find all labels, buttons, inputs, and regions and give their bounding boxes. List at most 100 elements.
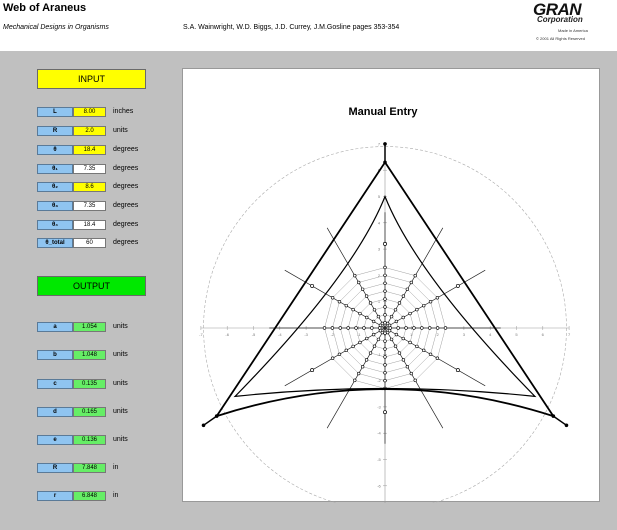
param-label[interactable]: θ [37,145,73,155]
anchor-point [214,414,219,418]
y-tick-label: 7 [378,141,381,146]
output-value-field: 7.848 [73,463,106,473]
param-label[interactable]: θ₃ [37,201,73,211]
unit-label: units [113,380,128,387]
web-node [383,281,387,285]
y-tick-label: -6 [377,483,381,488]
y-tick-label: -5 [377,457,381,462]
web-node [383,363,387,367]
param-label[interactable]: e [37,435,73,445]
param-label[interactable]: R [37,126,73,136]
input-value-field[interactable]: 8.00 [73,107,106,117]
unit-label: degrees [113,239,139,246]
web-node [435,356,440,360]
web-node [370,326,374,330]
unit-label: in [113,492,119,499]
web-node [383,339,387,343]
web-node [358,311,362,316]
web-node [372,308,377,312]
y-tick-label: -3 [377,404,381,409]
web-node [383,378,387,383]
y-tick-label: 1 [378,299,381,304]
web-node [396,326,400,330]
anchor-point [383,142,387,146]
output-section-button[interactable]: OUTPUT [37,276,146,296]
web-node [393,308,398,312]
web-node [413,378,417,383]
web-node [394,319,399,324]
web-node [383,305,387,309]
x-tick-label: -3 [304,332,308,337]
param-label[interactable]: θ₄ [37,220,73,230]
web-node [310,283,315,288]
web-node [310,368,315,373]
param-label[interactable]: a [37,322,73,332]
web-node [409,280,414,285]
param-label[interactable]: d [37,407,73,417]
web-node [344,348,348,353]
web-node [397,351,402,355]
web-node [368,351,373,355]
web-node [389,314,394,319]
input-value-field[interactable]: 2.0 [73,126,106,136]
web-node [353,378,357,383]
web-node [408,340,412,345]
output-value-field: 0.135 [73,379,106,389]
web-node [357,371,361,376]
web-node [360,287,365,291]
unit-label: units [113,127,128,134]
web-node [358,340,362,345]
unit-label: in [113,464,119,471]
web-node [337,352,342,356]
web-node [346,326,350,330]
web-node [383,297,387,301]
web-node [389,337,394,342]
web-node [360,365,365,369]
web-node [383,273,387,278]
y-tick-label: -4 [377,431,381,436]
web-node [344,303,348,308]
web-node [394,332,399,337]
param-label[interactable]: r [37,491,73,501]
web-node [383,289,387,293]
web-node [354,326,358,330]
web-node [353,273,357,278]
web-node [357,280,361,285]
output-value-field: 1.048 [73,350,106,360]
param-label[interactable]: θ₁ [37,164,73,174]
book-subtitle: Mechanical Designs in Organisms [3,24,109,31]
param-label[interactable]: L [37,107,73,117]
web-node [376,337,381,342]
web-node [383,355,387,359]
param-label[interactable]: b [37,350,73,360]
computed-value-field: 60 [73,238,106,248]
input-value-field[interactable]: 8.6 [73,182,106,192]
web-node [364,358,369,362]
output-value-field: 1.054 [73,322,106,332]
web-node [455,283,460,288]
web-node [383,265,387,270]
x-tick-label: -4 [278,332,282,337]
param-label[interactable]: θ_total [37,238,73,248]
param-label[interactable]: θ₂ [37,182,73,192]
y-tick-label: 3 [378,247,381,252]
web-node [385,321,390,326]
x-tick-label: 3 [463,332,466,337]
gran-logo-corporation: Corporation [537,15,583,24]
x-tick-label: -7 [199,332,203,337]
input-section-button[interactable]: INPUT [37,69,146,89]
input-value-field[interactable]: 18.4 [73,145,106,155]
web-node [397,301,402,305]
app-title: Web of Araneus [3,2,87,14]
unit-label: units [113,436,128,443]
web-node [383,241,387,246]
computed-value-field: 18.4 [73,220,106,230]
chart-area[interactable]: Manual Entry-7-6-5-4-3-2-101234567765432… [182,68,600,503]
unit-label: inches [113,108,134,115]
param-label[interactable]: R [37,463,73,473]
anchor-line-left [203,415,218,426]
param-label[interactable]: c [37,379,73,389]
web-node [405,365,410,369]
unit-label: units [113,323,128,330]
web-node [368,301,373,305]
